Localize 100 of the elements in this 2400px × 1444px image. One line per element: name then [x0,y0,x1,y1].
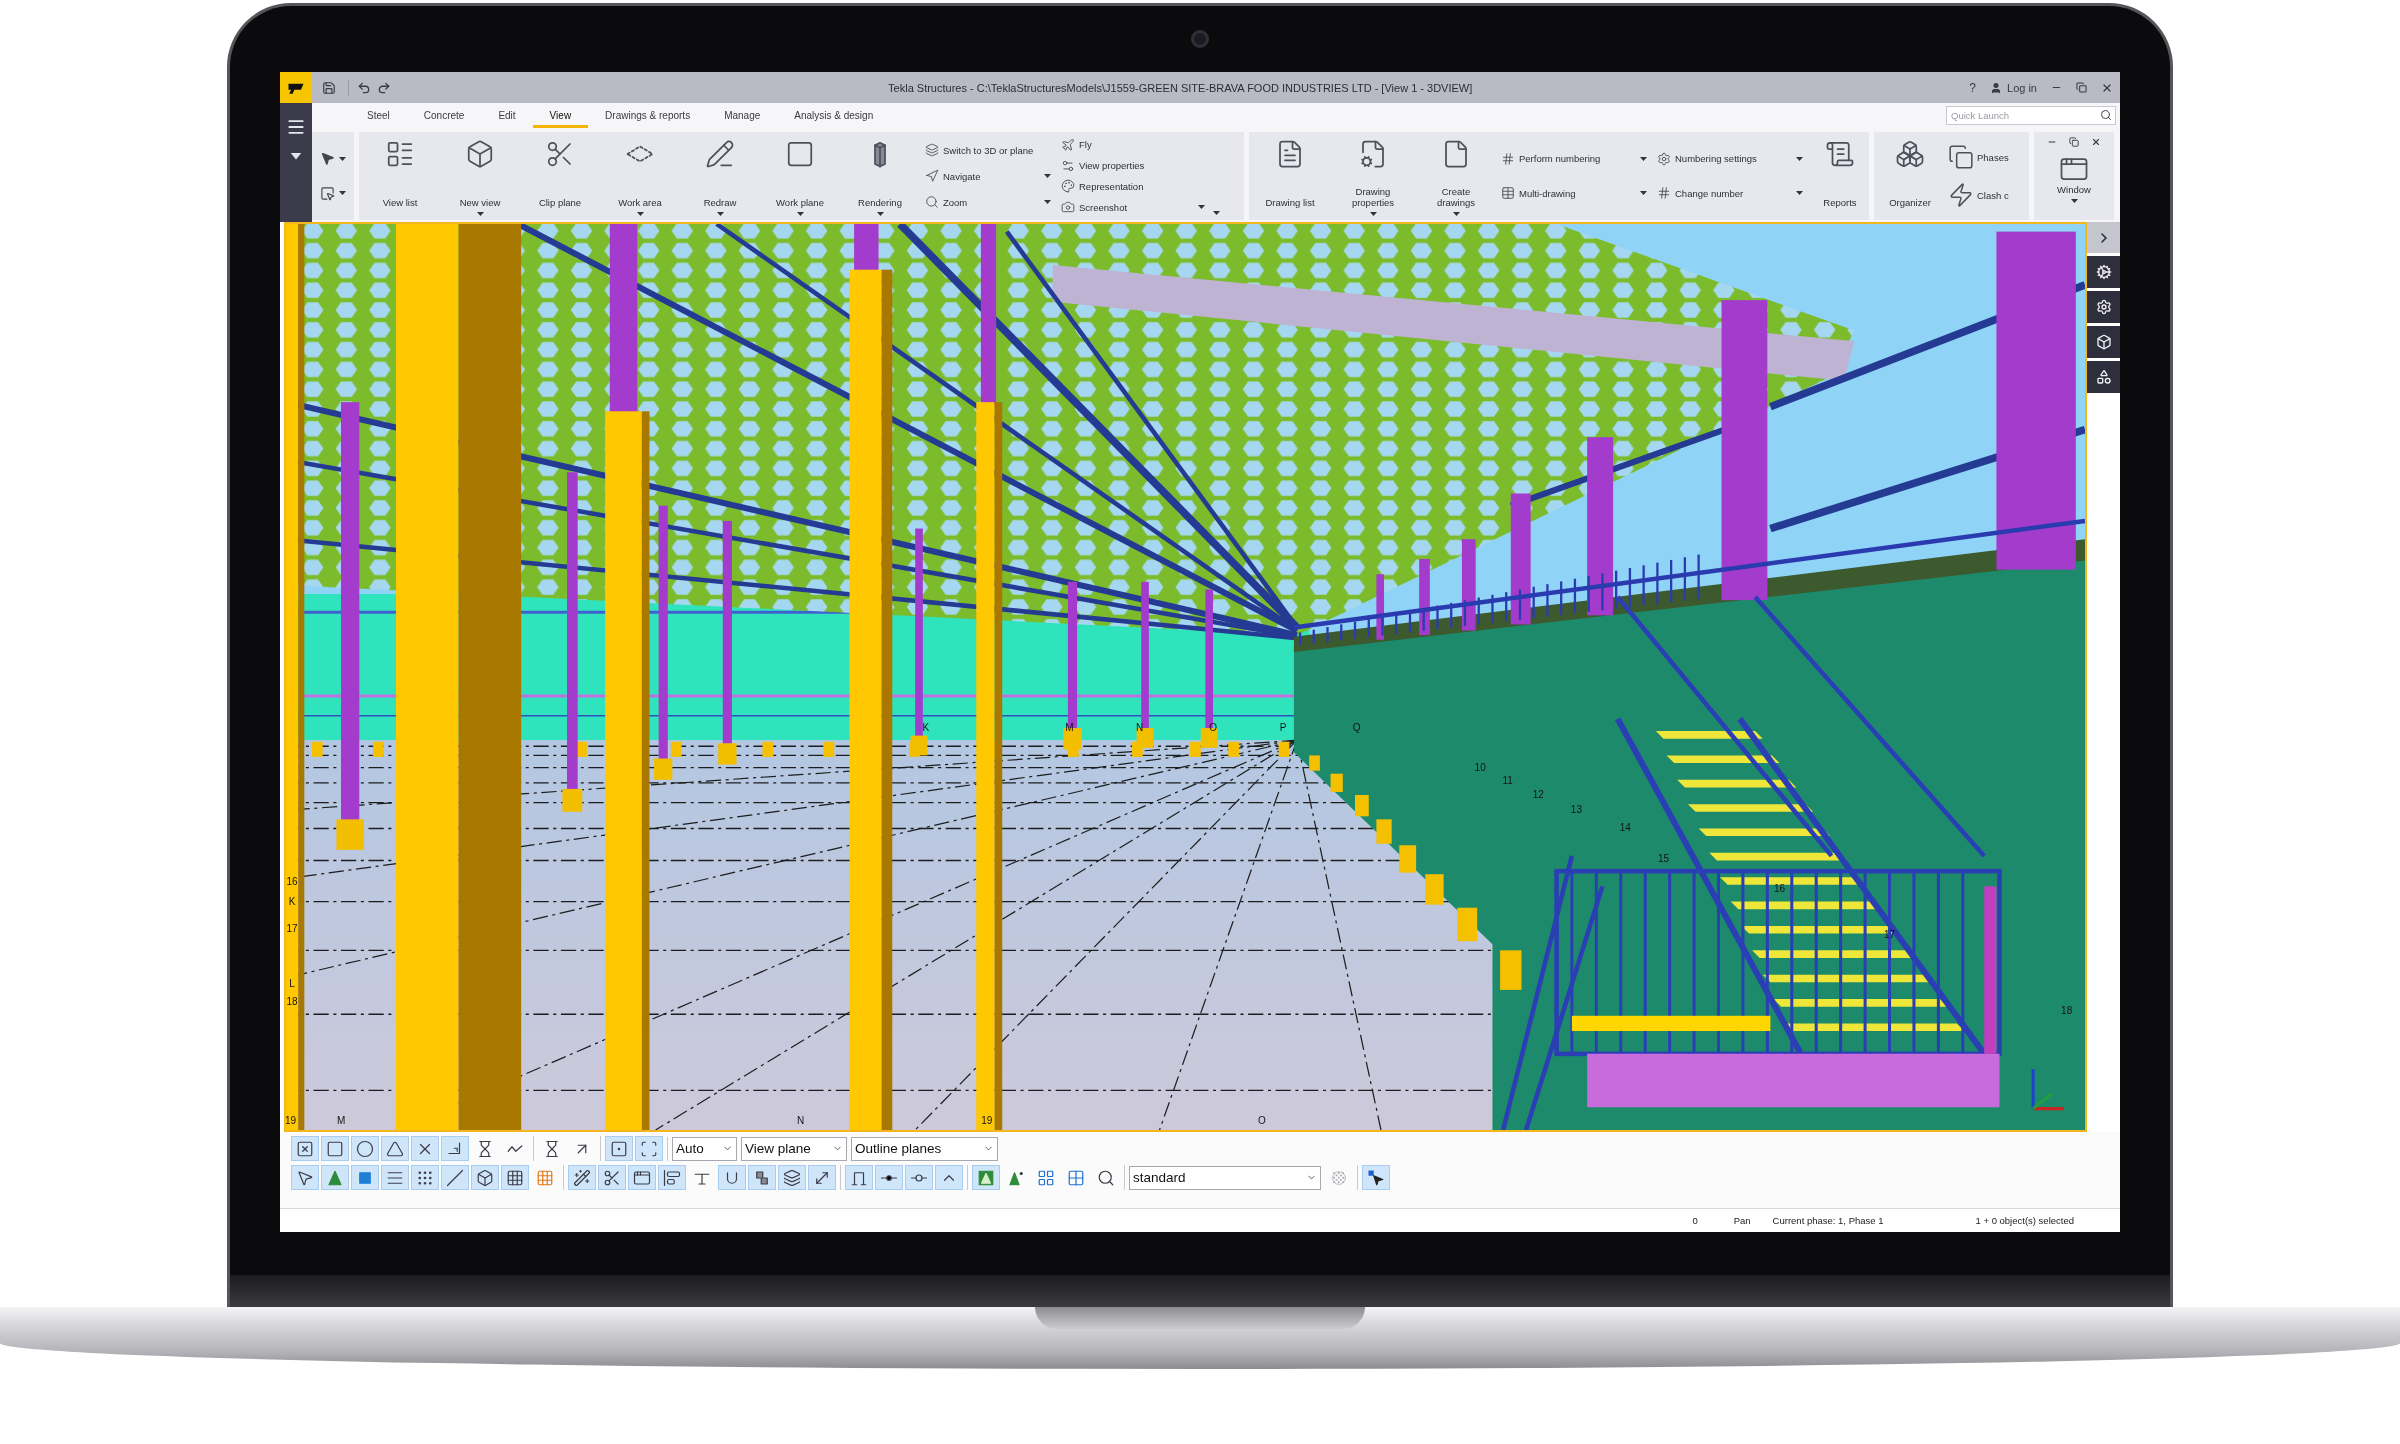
lightning-icon [1948,182,1974,208]
grid-label: O [1209,723,1217,733]
layers-icon[interactable] [778,1165,806,1190]
ribbon-button[interactable]: Fly [1059,136,1207,153]
ribbon-button[interactable]: Clash c [1948,182,2028,208]
pencil-icon [705,139,735,169]
boxed-x-icon[interactable] [291,1136,319,1161]
ribbon-button[interactable]: Clip plane [523,132,597,220]
caret-up-icon[interactable] [935,1165,963,1190]
login-button[interactable]: Log in [1990,81,2037,94]
ribbon-tab[interactable]: Manage [707,103,778,128]
wand-icon[interactable] [568,1165,596,1190]
gear-icon[interactable] [2087,291,2120,323]
dots-icon[interactable] [411,1165,439,1190]
camera-icon [1061,200,1075,215]
ribbon-button[interactable]: Window [2039,147,2109,207]
grid-label: 15 [1657,853,1670,864]
frame-icon[interactable] [845,1165,873,1190]
dropdown[interactable]: Outline planes [851,1136,998,1161]
close-icon[interactable] [2091,137,2101,147]
align-icon[interactable] [658,1165,686,1190]
ribbon-button[interactable]: Navigate [923,168,1053,184]
status-text: Current phase: 1, Phase 1 [1772,1215,1884,1226]
cog-icon[interactable] [2087,256,2120,288]
caret-icon [339,156,346,161]
palette-icon [1061,179,1075,194]
magnifier-icon [925,195,939,209]
square-pointer-icon[interactable] [320,185,335,201]
grid-label: 17 [1883,930,1895,941]
app-logo-icon[interactable] [280,72,312,103]
airplane-icon [1061,137,1075,152]
triangle-square-icon[interactable] [972,1165,1000,1190]
status-text: Pan [1733,1215,1751,1226]
menu-icon[interactable] [286,117,306,137]
ribbon-button[interactable]: New view [443,132,517,220]
ribbon-button[interactable]: Switch to 3D or plane [923,142,1053,158]
ribbon-tab[interactable]: Drawings & reports [588,103,708,128]
ribbon-tab[interactable]: Concrete [406,103,482,128]
x-icon[interactable] [411,1136,439,1161]
ribbon-tab[interactable]: Steel [350,103,407,128]
shapes-icon[interactable] [2087,361,2120,393]
save-icon[interactable] [322,80,336,95]
corner-icon[interactable] [441,1136,469,1161]
scissors-icon[interactable] [598,1165,626,1190]
ribbon-button[interactable]: Numbering settings [1655,150,1805,167]
grid-label: M [1065,723,1074,733]
restore-icon[interactable] [2076,82,2087,93]
u-shape-icon[interactable] [718,1165,746,1190]
grid-label: N [1136,723,1144,733]
ribbon-button[interactable]: Perform numbering [1499,150,1649,167]
ribbon-button[interactable]: Drawing list [1253,132,1327,220]
lines-icon[interactable] [381,1165,409,1190]
slash-icon[interactable] [441,1165,469,1190]
ribbon-tab[interactable]: Edit [481,103,533,128]
navigation-arrow-icon [925,169,939,183]
frame-corners-icon[interactable] [635,1136,663,1161]
search-icon[interactable] [2100,109,2112,121]
help-button[interactable]: ? [1969,80,1976,95]
ribbon-button[interactable]: Create drawings [1419,132,1493,220]
cube-icon[interactable] [2087,326,2120,358]
ribbon-button[interactable]: Redraw [683,132,757,220]
square-icon[interactable] [321,1136,349,1161]
stacked-squares-icon [1948,144,1974,170]
dropdown[interactable]: standard [1129,1165,1321,1190]
undo-icon[interactable] [357,80,371,95]
pointer-icon[interactable] [320,151,335,167]
overlapping-squares-icon[interactable] [748,1165,776,1190]
ribbon-button[interactable]: Screenshot [1059,199,1207,216]
ribbon-button[interactable]: Zoom [923,194,1053,210]
ribbon-button[interactable]: Representation [1059,178,1207,195]
ribbon-button[interactable]: Drawing properties [1333,132,1413,220]
dropdown[interactable]: View plane [741,1136,847,1161]
grid-label: 11 [1502,776,1513,787]
cube-icon[interactable] [471,1165,499,1190]
table-icon [1501,186,1515,201]
ribbon-button[interactable]: View properties [1059,157,1207,174]
dropdown[interactable]: Auto [672,1136,737,1161]
ribbon-button[interactable]: View list [363,132,437,220]
ribbon-button[interactable]: Work plane [763,132,837,220]
window-icon[interactable] [628,1165,656,1190]
quick-launch-field[interactable]: Quick Launch [1946,106,2116,125]
square-icon[interactable] [351,1165,379,1190]
ribbon-button[interactable]: Work area [603,132,677,220]
ribbon-button[interactable]: Organizer [1878,132,1942,220]
pointer-icon[interactable] [291,1165,319,1190]
ribbon-tab[interactable]: View [532,103,589,128]
ribbon-button[interactable]: Multi-drawing [1499,185,1649,202]
restore-icon[interactable] [2069,137,2079,147]
ribbon-button[interactable]: Reports [1811,132,1869,220]
status-text: 1 + 0 object(s) selected [1975,1215,2074,1226]
grid-label: O [1257,1115,1266,1126]
ribbon-button[interactable]: Change number [1655,185,1805,202]
grid-icon[interactable] [501,1165,529,1190]
select-pointer-icon[interactable] [1362,1165,1390,1190]
ribbon-button[interactable]: Phases [1948,144,2028,170]
ribbon-button[interactable]: Rendering [843,132,917,220]
grid-label: K [922,723,930,733]
ribbon-tab[interactable]: Analysis & design [777,103,891,128]
webcam-icon [1191,30,1209,48]
redo-icon[interactable] [377,80,391,95]
